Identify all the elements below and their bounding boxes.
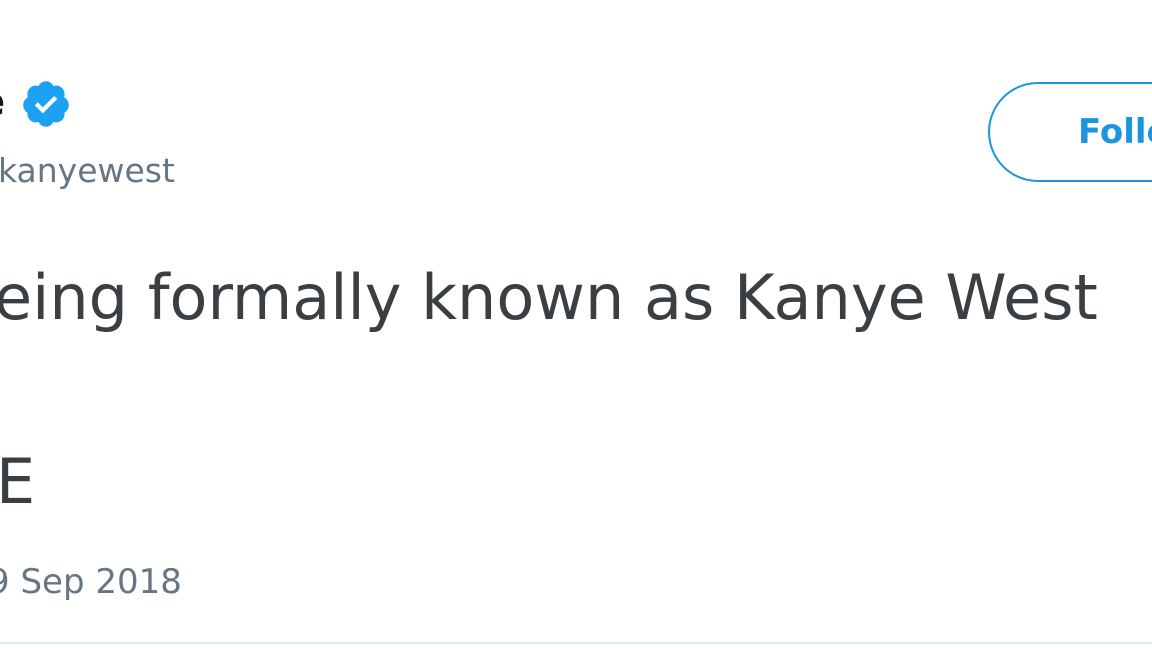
divider — [0, 642, 1152, 644]
tweet-text-line-1: eing formally known as Kanye West — [0, 261, 1098, 334]
follow-button-label: Follo — [1078, 112, 1152, 152]
tweet-timestamp[interactable]: 9 Sep 2018 — [0, 560, 182, 604]
verified-badge-icon — [23, 81, 69, 127]
follow-button[interactable]: Follo — [988, 82, 1152, 182]
tweet-card: e kanyewest Follo eing formally known as… — [0, 0, 1152, 648]
author-display-name[interactable]: e — [0, 78, 5, 126]
tweet-text-line-2: E — [0, 445, 36, 518]
author-handle[interactable]: kanyewest — [0, 150, 175, 192]
